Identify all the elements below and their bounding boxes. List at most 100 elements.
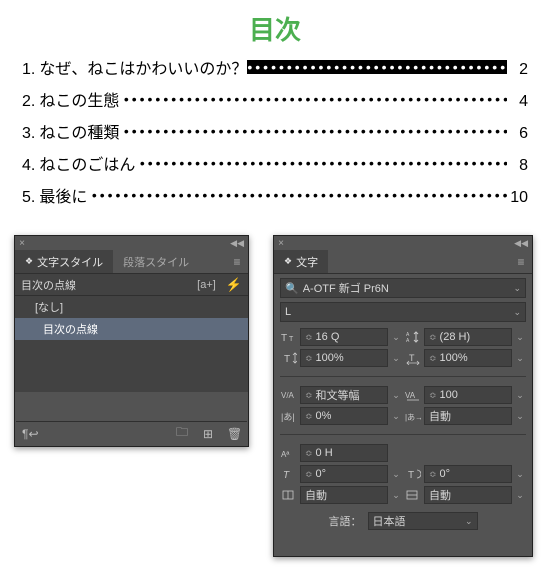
chevron-down-icon[interactable]: ⌄	[390, 469, 402, 480]
tab-label: 段落スタイル	[123, 254, 189, 270]
leading-input[interactable]: ≎ (28 H)	[424, 328, 512, 346]
svg-text:Aª: Aª	[281, 450, 289, 459]
toc-row: 4. ねこのごはん ••••••••••••••••••••••••••••••…	[22, 151, 528, 175]
svg-text:V/A: V/A	[281, 391, 295, 400]
tab-label: 文字	[296, 254, 318, 270]
chevron-down-icon[interactable]: ⌄	[390, 390, 402, 401]
tab-character[interactable]: ❖ 文字	[274, 250, 328, 273]
tsume-input[interactable]: ≎ 0%	[300, 407, 388, 425]
skew-value: 0°	[316, 468, 327, 480]
horizontal-scale-input[interactable]: ≎ 100%	[424, 349, 512, 367]
char-rotation-input[interactable]: ≎ 0°	[424, 465, 512, 483]
collapse-icon[interactable]: ◀◀	[514, 238, 528, 249]
svg-text:A: A	[406, 338, 410, 344]
toc-text: ねこの生態	[39, 87, 119, 111]
svg-text:T: T	[283, 470, 290, 481]
stepper-icon[interactable]: ≎	[305, 390, 313, 401]
stepper-icon[interactable]: ≎	[305, 353, 313, 364]
toc-num: 3.	[22, 125, 35, 143]
skew-input[interactable]: ≎ 0°	[300, 465, 388, 483]
chevron-down-icon[interactable]: ⌄	[514, 332, 526, 343]
tab-label: 文字スタイル	[37, 254, 103, 270]
svg-text:T: T	[409, 353, 415, 363]
font-weight-select[interactable]: L ⌄	[280, 302, 526, 322]
stepper-icon[interactable]: ≎	[429, 353, 437, 364]
trash-icon[interactable]: 🗑	[227, 427, 241, 441]
horizontal-scale-icon: T	[404, 351, 422, 365]
grid-jidori-value: 自動	[305, 487, 327, 503]
panel-menu-icon[interactable]: ≡	[226, 250, 248, 273]
language-select[interactable]: 日本語 ⌄	[368, 512, 478, 530]
stepper-icon[interactable]: ≎	[429, 332, 437, 343]
page-title: 目次	[0, 0, 550, 55]
clear-override-icon[interactable]: ¶↩	[22, 427, 36, 441]
chevron-down-icon[interactable]: ⌄	[390, 332, 402, 343]
vertical-scale-value: 100%	[316, 352, 344, 364]
svg-text:|あ|: |あ|	[281, 412, 295, 422]
tracking-input[interactable]: ≎ 100	[424, 386, 512, 404]
toc-num: 2.	[22, 93, 35, 111]
chevron-down-icon[interactable]: ⌄	[390, 411, 402, 422]
stepper-icon[interactable]: ≎	[305, 332, 313, 343]
aki-before-select[interactable]: 自動	[424, 407, 512, 425]
font-size-icon: TT	[280, 330, 298, 344]
chevron-down-icon[interactable]: ⌄	[390, 490, 402, 501]
chevron-down-icon[interactable]: ⌄	[514, 469, 526, 480]
style-label: 目次の点線	[43, 321, 98, 337]
stepper-icon[interactable]: ≎	[305, 469, 313, 480]
folder-icon[interactable]: 🗀	[175, 423, 189, 444]
grid-gyoudori-icon	[404, 488, 422, 502]
character-panel: × ◀◀ ❖ 文字 ≡ 🔍 A-OTF 新ゴ Pr6N ⌄ L ⌄	[273, 235, 533, 557]
style-list: [なし] 目次の点線	[15, 296, 248, 392]
toc-row: 3. ねこの種類 •••••••••••••••••••••••••••••••…	[22, 119, 528, 143]
chevron-down-icon[interactable]: ⌄	[514, 411, 526, 422]
toc-num: 4.	[22, 157, 35, 175]
toc-row: 2. ねこの生態 •••••••••••••••••••••••••••••••…	[22, 87, 528, 111]
tsume-icon: |あ|	[280, 409, 298, 423]
style-item-none[interactable]: [なし]	[15, 296, 248, 318]
toc-row: 5. 最後に •••••••••••••••••••••••••••••••••…	[22, 183, 528, 207]
style-item-selected[interactable]: 目次の点線	[15, 318, 248, 340]
chevron-down-icon[interactable]: ⌄	[390, 353, 402, 364]
stepper-icon[interactable]: ≎	[305, 411, 313, 422]
grid-jidori-select[interactable]: 自動	[300, 486, 388, 504]
stepper-icon[interactable]: ≎	[429, 469, 437, 480]
quick-apply-icon[interactable]: ⚡	[226, 277, 242, 293]
kerning-select[interactable]: ≎ 和文等幅	[300, 386, 388, 404]
close-icon[interactable]: ×	[15, 238, 29, 249]
font-size-input[interactable]: ≎ 16 Q	[300, 328, 388, 346]
style-label: [なし]	[35, 299, 63, 315]
svg-text:VA: VA	[405, 391, 416, 400]
vertical-scale-input[interactable]: ≎ 100%	[300, 349, 388, 367]
language-label: 言語：	[329, 513, 362, 529]
toc-leader: ••••••••••••••••••••••••••••••••••••••••…	[124, 124, 507, 138]
close-icon[interactable]: ×	[274, 238, 288, 249]
tsume-value: 0%	[316, 410, 332, 422]
baseline-shift-icon: Aª	[280, 446, 298, 460]
char-rotation-value: 0°	[440, 468, 451, 480]
horizontal-scale-value: 100%	[440, 352, 468, 364]
panel-menu-icon[interactable]: ≡	[510, 250, 532, 273]
toc-leader: ••••••••••••••••••••••••••••••••••••••••…	[92, 188, 507, 202]
font-family-select[interactable]: 🔍 A-OTF 新ゴ Pr6N ⌄	[280, 278, 526, 298]
chevron-down-icon[interactable]: ⌄	[514, 353, 526, 364]
kerning-value: 和文等幅	[316, 387, 360, 403]
svg-text:T: T	[289, 336, 294, 343]
baseline-shift-input[interactable]: ≎ 0 H	[300, 444, 388, 462]
tab-character-styles[interactable]: ❖ 文字スタイル	[15, 250, 113, 273]
grid-jidori-icon	[280, 488, 298, 502]
stepper-icon[interactable]: ≎	[429, 390, 437, 401]
toc-num: 5.	[22, 189, 35, 207]
toc-page: 4	[510, 93, 528, 111]
chevron-down-icon[interactable]: ⌄	[514, 490, 526, 501]
grid-gyoudori-select[interactable]: 自動	[424, 486, 512, 504]
tab-paragraph-styles[interactable]: 段落スタイル	[113, 250, 199, 273]
svg-text:|あ→: |あ→	[405, 413, 421, 422]
new-group-icon[interactable]: [a+]	[197, 279, 216, 291]
toc-text: 最後に	[39, 183, 87, 207]
chevron-down-icon[interactable]: ⌄	[514, 390, 526, 401]
collapse-icon[interactable]: ◀◀	[230, 238, 244, 249]
disclosure-icon: ❖	[25, 256, 33, 267]
stepper-icon[interactable]: ≎	[305, 448, 313, 459]
create-new-icon[interactable]: ⊞	[201, 427, 215, 441]
